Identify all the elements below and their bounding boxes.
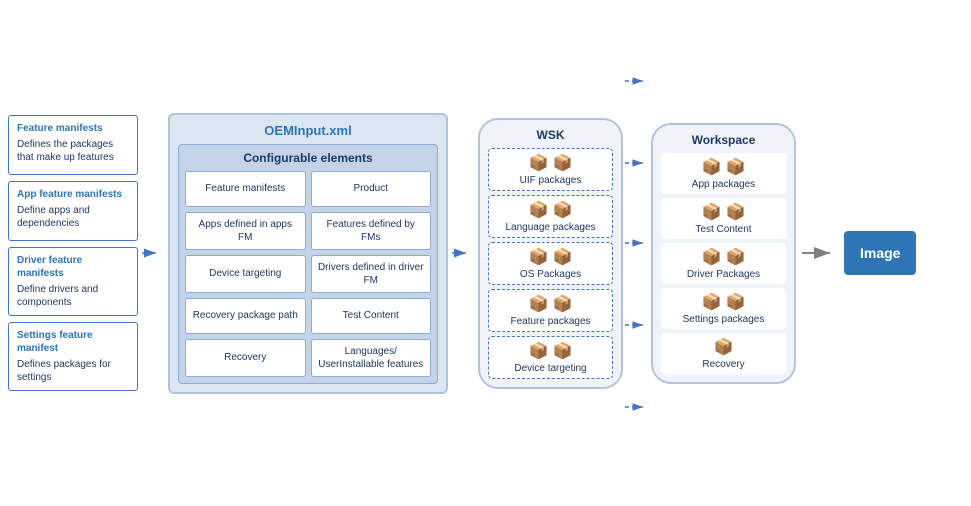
package-icon: 📦 xyxy=(726,247,746,267)
manifest-title-settings: Settings feature manifest xyxy=(17,329,129,355)
workspace-item-2: 📦 📦 Driver Packages xyxy=(661,243,786,284)
image-label: Image xyxy=(860,245,900,261)
wsk-item-1: 📦 📦 Language packages xyxy=(488,195,613,238)
package-icon: 📦 xyxy=(726,292,746,312)
wsk-item-0: 📦 📦 UIF packages xyxy=(488,148,613,191)
workspace-label-0: App packages xyxy=(667,179,780,190)
wsk-label-1: Language packages xyxy=(495,222,606,233)
workspace-items: 📦 📦 App packages 📦 📦 Test Content 📦 📦 Dr… xyxy=(661,153,786,374)
workspace-icons-3: 📦 📦 xyxy=(667,292,780,312)
wsk-title: WSK xyxy=(488,128,613,142)
workspace-label-1: Test Content xyxy=(667,224,780,235)
package-icon: 📦 xyxy=(702,202,722,222)
wsk-item-3: 📦 📦 Feature packages xyxy=(488,289,613,332)
wsk-label-0: UIF packages xyxy=(495,175,606,186)
package-icon: 📦 xyxy=(529,294,549,314)
workspace-label-3: Settings packages xyxy=(667,314,780,325)
wsk-label-3: Feature packages xyxy=(495,316,606,327)
wsk-icons-4: 📦 📦 xyxy=(495,341,606,361)
manifest-title-driver: Driver feature manifests xyxy=(17,254,129,280)
package-icon: 📦 xyxy=(553,200,573,220)
config-cell-6: Recovery package path xyxy=(185,298,306,334)
workspace-item-3: 📦 📦 Settings packages xyxy=(661,288,786,329)
config-cell-1: Product xyxy=(311,171,432,207)
package-icon: 📦 xyxy=(702,157,722,177)
wsk-container: WSK 📦 📦 UIF packages 📦 📦 Language packag… xyxy=(478,118,623,389)
workspace-item-4: 📦 Recovery xyxy=(661,333,786,374)
workspace-icons-2: 📦 📦 xyxy=(667,247,780,267)
package-icon: 📦 xyxy=(726,157,746,177)
manifest-box-settings: Settings feature manifest Defines packag… xyxy=(8,322,138,391)
configurable-title: Configurable elements xyxy=(185,151,431,165)
oem-title: OEMInput.xml xyxy=(178,123,438,138)
package-icon: 📦 xyxy=(529,341,549,361)
wsk-item-2: 📦 📦 OS Packages xyxy=(488,242,613,285)
wsk-icons-2: 📦 📦 xyxy=(495,247,606,267)
arrow-left-to-oem xyxy=(142,248,164,258)
left-panel: Feature manifests Defines the packages t… xyxy=(8,115,138,391)
workspace-title: Workspace xyxy=(661,133,786,147)
manifest-box-features: Feature manifests Defines the packages t… xyxy=(8,115,138,175)
config-cell-4: Device targeting xyxy=(185,255,306,293)
workspace-label-2: Driver Packages xyxy=(667,269,780,280)
package-icon: 📦 xyxy=(529,200,549,220)
arrow-oem-to-wsk xyxy=(452,248,474,258)
package-icon: 📦 xyxy=(529,247,549,267)
config-grid: Feature manifests Product Apps defined i… xyxy=(185,171,431,377)
wsk-to-workspace-arrows xyxy=(623,43,651,463)
config-cell-9: Languages/ UserInstallable features xyxy=(311,339,432,377)
workspace-label-4: Recovery xyxy=(667,359,780,370)
workspace-icons-4: 📦 xyxy=(667,337,780,357)
package-icon: 📦 xyxy=(529,153,549,173)
wsk-icons-0: 📦 📦 xyxy=(495,153,606,173)
package-icon: 📦 xyxy=(726,202,746,222)
config-cell-0: Feature manifests xyxy=(185,171,306,207)
manifest-box-driver: Driver feature manifests Define drivers … xyxy=(8,247,138,316)
package-icon: 📦 xyxy=(553,247,573,267)
config-cell-7: Test Content xyxy=(311,298,432,334)
config-cell-2: Apps defined in apps FM xyxy=(185,212,306,250)
manifest-desc-apps: Define apps and dependencies xyxy=(17,204,129,230)
manifest-title-apps: App feature manifests xyxy=(17,188,129,201)
wsk-item-4: 📦 📦 Device targeting xyxy=(488,336,613,379)
manifest-title-features: Feature manifests xyxy=(17,122,129,135)
package-icon: 📦 xyxy=(702,292,722,312)
package-icon: 📦 xyxy=(553,341,573,361)
workspace-item-0: 📦 📦 App packages xyxy=(661,153,786,194)
config-cell-5: Drivers defined in driver FM xyxy=(311,255,432,293)
workspace-item-1: 📦 📦 Test Content xyxy=(661,198,786,239)
image-box: Image xyxy=(844,231,916,275)
wsk-label-4: Device targeting xyxy=(495,363,606,374)
wsk-icons-1: 📦 📦 xyxy=(495,200,606,220)
manifest-desc-driver: Define drivers and components xyxy=(17,283,129,309)
wsk-icons-3: 📦 📦 xyxy=(495,294,606,314)
configurable-box: Configurable elements Feature manifests … xyxy=(178,144,438,384)
oem-container: OEMInput.xml Configurable elements Featu… xyxy=(168,113,448,394)
wsk-label-2: OS Packages xyxy=(495,269,606,280)
final-arrow xyxy=(802,246,838,260)
package-icon: 📦 xyxy=(553,294,573,314)
config-cell-8: Recovery xyxy=(185,339,306,377)
package-icon: 📦 xyxy=(714,337,734,357)
wsk-items: 📦 📦 UIF packages 📦 📦 Language packages 📦… xyxy=(488,148,613,379)
package-icon: 📦 xyxy=(553,153,573,173)
manifest-desc-settings: Defines packages for settings xyxy=(17,358,129,384)
workspace-icons-0: 📦 📦 xyxy=(667,157,780,177)
config-cell-3: Features defined by FMs xyxy=(311,212,432,250)
workspace-container: Workspace 📦 📦 App packages 📦 📦 Test Cont… xyxy=(651,123,796,384)
manifest-desc-features: Defines the packages that make up featur… xyxy=(17,138,129,164)
manifest-box-apps: App feature manifests Define apps and de… xyxy=(8,181,138,241)
package-icon: 📦 xyxy=(702,247,722,267)
workspace-icons-1: 📦 📦 xyxy=(667,202,780,222)
